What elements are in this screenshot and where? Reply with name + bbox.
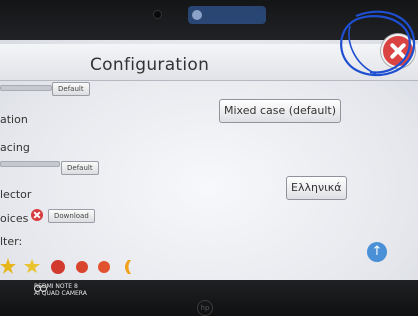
camera-lens-icon (34, 285, 47, 295)
spacing-default-button[interactable]: Default (61, 161, 99, 175)
language-label: lector (0, 188, 32, 201)
font-size-default-button[interactable]: Default (52, 82, 90, 96)
language-select-button[interactable]: Ελληνικά (286, 176, 347, 200)
hand-drawn-circle-annotation (340, 10, 416, 77)
voices-label: oices (0, 212, 29, 225)
notification-icon (192, 10, 202, 20)
arrow-up-icon[interactable]: ↑ (367, 242, 387, 262)
sticker-star-icon (0, 258, 16, 274)
sticker-star-icon (24, 259, 40, 273)
notification-toast (188, 6, 266, 24)
sticker-burst-icon (98, 261, 110, 273)
font-size-slider[interactable] (0, 85, 52, 91)
spacing-label: acing (0, 141, 30, 154)
sticker-partial-icon (125, 260, 131, 274)
case-select-button[interactable]: Mixed case (default) (219, 99, 342, 123)
filter-label: lter: (0, 235, 23, 248)
case-label: ation (0, 113, 28, 126)
hp-logo: hp (197, 300, 213, 316)
webcam (153, 10, 162, 19)
spacing-slider[interactable] (0, 161, 60, 167)
remove-icon[interactable] (31, 209, 43, 221)
window-title: Configuration (90, 55, 210, 75)
sticker-burst-icon (76, 261, 88, 273)
filter-sticker-row[interactable] (0, 256, 140, 276)
camera-watermark: REDMI NOTE 8 AI QUAD CAMERA (18, 283, 87, 297)
voice-download-button[interactable]: Download (48, 209, 95, 223)
sticker-burst-icon (51, 260, 65, 274)
